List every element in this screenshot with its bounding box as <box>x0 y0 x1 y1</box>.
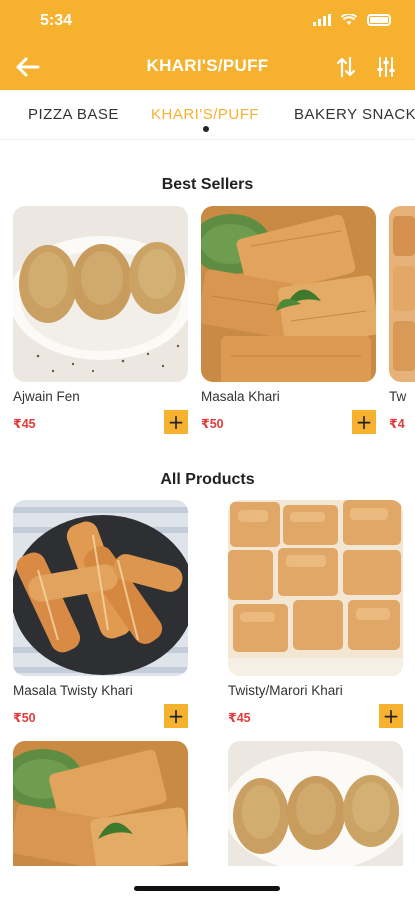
product-price: ₹45 <box>13 417 36 431</box>
product-price: ₹50 <box>201 417 224 431</box>
filter-icon <box>377 57 395 77</box>
plus-icon: + <box>355 410 373 434</box>
add-to-cart-button[interactable]: + <box>352 410 376 434</box>
plus-icon: + <box>167 704 185 728</box>
app-header: 5:34 KHARI'S/PUFF <box>0 0 415 90</box>
filter-button[interactable] <box>373 52 399 82</box>
product-name: Twisty/Marori Khari <box>228 683 343 698</box>
tab-pizza-base[interactable]: PIZZA BASE <box>28 106 119 123</box>
active-tab-indicator <box>203 126 209 132</box>
product-name: Masala Twisty Khari <box>13 683 133 698</box>
product-name: Ajwain Fen <box>13 389 80 404</box>
add-to-cart-button[interactable]: + <box>164 410 188 434</box>
product-price: ₹50 <box>13 711 36 725</box>
sort-button[interactable] <box>333 52 359 82</box>
product-image-twisty-marori-khari[interactable] <box>228 500 403 676</box>
product-name: Masala Khari <box>201 389 280 404</box>
home-indicator <box>134 886 280 891</box>
product-price: ₹45 <box>228 711 251 725</box>
tab-bakery-snacks[interactable]: BAKERY SNACKS <box>294 106 415 123</box>
battery-icon <box>367 14 391 26</box>
tab-kharis-puff[interactable]: KHARI'S/PUFF <box>151 106 259 123</box>
product-image-ajwain-fen[interactable] <box>13 206 188 382</box>
product-name: Tw <box>389 389 407 404</box>
plus-icon: + <box>167 410 185 434</box>
product-image-masala-twisty-khari[interactable] <box>13 500 188 676</box>
category-tabs: PIZZA BASE KHARI'S/PUFF BAKERY SNACKS <box>0 90 415 140</box>
product-image-partial[interactable] <box>389 206 415 382</box>
add-to-cart-button[interactable]: + <box>164 704 188 728</box>
best-sellers-title: Best Sellers <box>161 176 254 193</box>
add-to-cart-button[interactable]: + <box>379 704 403 728</box>
product-price: ₹4 <box>389 417 405 431</box>
wifi-icon <box>341 14 357 25</box>
status-time: 5:34 <box>40 12 73 29</box>
product-image[interactable] <box>228 741 403 866</box>
plus-icon: + <box>382 704 400 728</box>
product-image-masala-khari[interactable] <box>201 206 376 382</box>
status-icons <box>313 14 391 26</box>
product-image[interactable] <box>13 741 188 866</box>
all-products-title: All Products <box>160 471 255 488</box>
signal-icon <box>313 14 331 26</box>
sort-icon <box>336 56 356 78</box>
